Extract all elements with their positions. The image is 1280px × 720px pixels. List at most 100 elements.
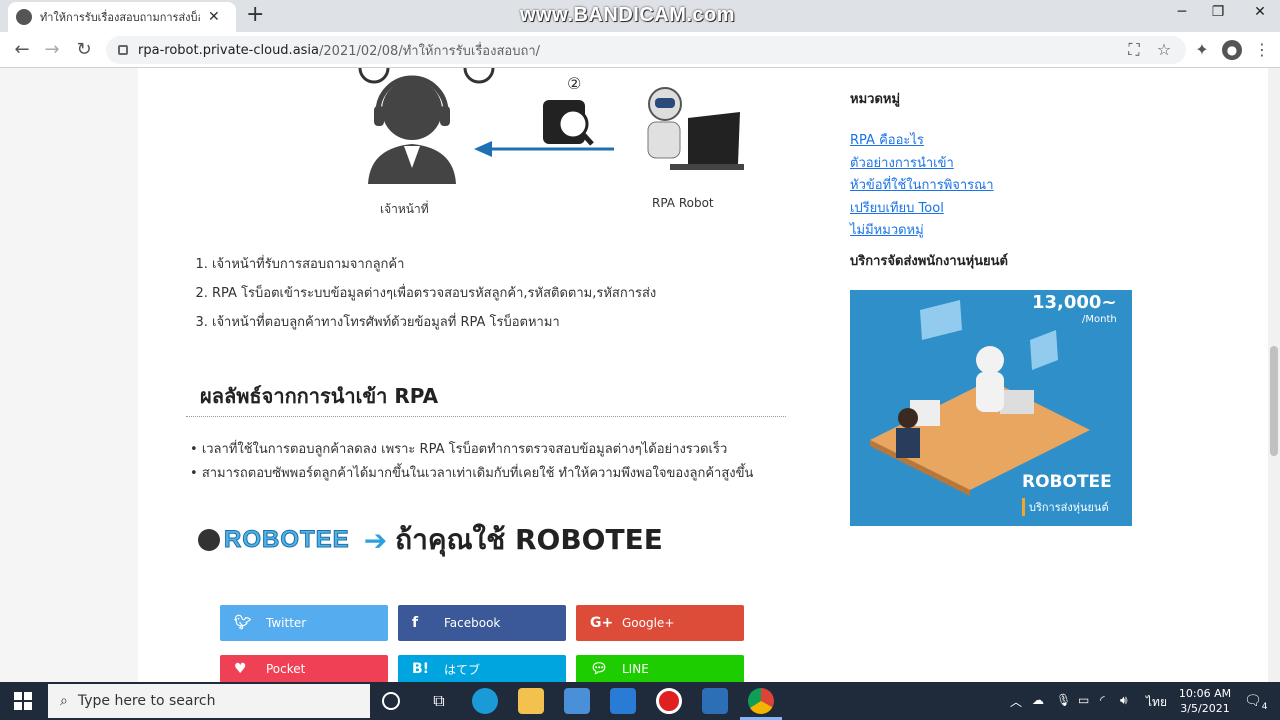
store-icon[interactable]	[564, 688, 590, 714]
robot-mascot-icon	[198, 529, 220, 551]
close-window-icon[interactable]: ✕	[1240, 4, 1280, 20]
new-tab-button[interactable]: +	[246, 4, 264, 26]
menu-icon[interactable]: ⋮	[1252, 40, 1272, 60]
rpa-robot-icon	[647, 87, 744, 170]
bandicam-record-icon[interactable]	[656, 688, 682, 714]
results-list: เวลาที่ใช้ในการตอบลูกค้าลดลง เพราะ RPA โ…	[190, 438, 754, 486]
lock-icon	[118, 45, 128, 55]
share-hatena-button[interactable]: B! はてブ	[398, 655, 566, 683]
ad-brand: ROBOTEE	[1022, 472, 1112, 492]
search-icon: ⌕	[60, 693, 68, 709]
ad-period: /Month	[1082, 314, 1117, 325]
maximize-icon[interactable]: ❐	[1198, 4, 1238, 20]
share-facebook-button[interactable]: f Facebook	[398, 605, 566, 641]
call-center-agent-icon	[368, 75, 456, 184]
database-search-icon	[543, 100, 594, 146]
diagram-step-circle-icon	[463, 68, 495, 84]
browser-toolbar: ← → ↻ rpa-robot.private-cloud.asia /2021…	[0, 32, 1280, 68]
list-item: RPA โรบ็อตเข้าระบบข้อมูลต่างๆเพื่อตรวจสอ…	[212, 279, 656, 308]
tab-favicon-icon	[16, 9, 32, 25]
clock-time: 10:06 AM	[1178, 687, 1232, 700]
notification-count: 4	[1261, 701, 1268, 712]
url-host: rpa-robot.private-cloud.asia	[138, 42, 320, 58]
share-pocket-button[interactable]: ♥ Pocket	[220, 655, 388, 683]
reload-icon[interactable]: ↻	[72, 38, 96, 62]
line-icon: 💬︎	[590, 661, 608, 677]
robotee-ad-banner[interactable]: 13,000~ /Month ROBOTEE บริการส่งหุ่นยนต์	[850, 290, 1132, 526]
scrollbar-thumb[interactable]	[1270, 346, 1278, 456]
search-placeholder: Type here to search	[77, 693, 216, 709]
share-label: Pocket	[266, 662, 306, 676]
taskbar-search-box[interactable]: ⌕ Type here to search	[48, 684, 370, 718]
browser-tab[interactable]: ทำให้การรับเรื่องสอบถามการส่งบ็อต AI ✕	[8, 2, 236, 32]
ad-caption: บริการส่งหุ่นยนต์	[1022, 498, 1109, 516]
onedrive-cloud-icon[interactable]: ☁	[1032, 693, 1044, 707]
share-label: Twitter	[266, 616, 307, 630]
service-heading: บริการจัดส่งพนักงานหุ่นยนต์	[850, 254, 1008, 269]
address-bar[interactable]: rpa-robot.private-cloud.asia /2021/02/08…	[106, 36, 1186, 64]
google-plus-icon: G+	[590, 615, 614, 631]
windows-start-icon[interactable]	[14, 692, 32, 710]
results-heading: ผลลัพธ์จากการนำเข้า RPA	[200, 384, 439, 408]
facebook-icon: f	[412, 615, 419, 631]
list-item: เจ้าหน้าที่รับการสอบถามจากลูกค้า	[212, 250, 656, 279]
file-explorer-icon[interactable]	[518, 688, 544, 714]
tab-title: ทำให้การรับเรื่องสอบถามการส่งบ็อต AI	[40, 11, 200, 24]
photos-icon[interactable]	[702, 688, 728, 714]
recording-watermark: www.BANDICAM.com	[520, 4, 736, 26]
list-item: เจ้าหน้าที่ตอบลูกค้าทางโทรศัพท์ด้วยข้อมู…	[212, 308, 656, 337]
bookmark-star-icon[interactable]: ☆	[1154, 40, 1174, 60]
category-link[interactable]: RPA คืออะไร	[850, 129, 924, 150]
categories-heading: หมวดหมู่	[850, 92, 901, 107]
heading-divider	[186, 416, 786, 417]
minimize-icon[interactable]: ─	[1162, 4, 1202, 20]
diagram-step-marker: ②	[567, 74, 582, 93]
url-path: /2021/02/08/ทำให้การรับเรื่องสอบถา/	[319, 43, 541, 59]
task-view-icon[interactable]: ⧉	[426, 688, 452, 714]
category-link[interactable]: หัวข้อที่ใช้ในการพิจารณา	[850, 174, 994, 195]
brand-banner: ROBOTEE ➔ ถ้าคุณใช้ ROBOTEE	[198, 518, 663, 562]
notification-center-icon[interactable]: 🗨︎4	[1244, 693, 1268, 712]
diagram-robot-label: RPA Robot	[652, 196, 714, 210]
chrome-icon[interactable]	[748, 688, 774, 714]
input-language-indicator[interactable]: ไทย	[1146, 693, 1167, 712]
brand-tagline: ถ้าคุณใช้ ROBOTEE	[395, 523, 663, 556]
wifi-icon[interactable]: ◜	[1100, 693, 1105, 707]
share-line-button[interactable]: 💬︎ LINE	[576, 655, 744, 683]
category-link[interactable]: ตัวอย่างการนำเข้า	[850, 152, 954, 173]
pocket-icon: ♥	[234, 661, 247, 677]
windows-taskbar: ⌕ Type here to search ⧉ ︿ ☁ 🎙︎ ▭ ◜ 🔊︎ ไท…	[0, 682, 1280, 720]
clock-date: 3/5/2021	[1180, 702, 1230, 715]
mail-icon[interactable]	[610, 688, 636, 714]
category-link[interactable]: เปรียบเทียบ Tool	[850, 197, 944, 218]
share-label: Google+	[622, 616, 675, 630]
diagram-agent-label: เจ้าหน้าที่	[380, 202, 429, 216]
list-item: เวลาที่ใช้ในการตอบลูกค้าลดลง เพราะ RPA โ…	[190, 438, 753, 462]
title-bar: ทำให้การรับเรื่องสอบถามการส่งบ็อต AI ✕ +…	[0, 0, 1280, 32]
diagram-step-circle-icon	[358, 68, 390, 84]
share-label: LINE	[622, 662, 649, 676]
ad-price: 13,000~	[1032, 292, 1117, 313]
tab-close-icon[interactable]: ✕	[208, 9, 220, 25]
system-clock[interactable]: 10:06 AM 3/5/2021	[1174, 686, 1236, 716]
hatena-icon: B!	[412, 661, 430, 677]
process-diagram	[358, 68, 744, 184]
edge-icon[interactable]	[472, 688, 498, 714]
twitter-icon: 🐦︎	[234, 615, 252, 631]
share-google-button[interactable]: G+ Google+	[576, 605, 744, 641]
translate-icon[interactable]: ⛶	[1124, 40, 1144, 60]
list-item: สามารถตอบซัพพอร์ตลูกค้าได้มากขึ้นในเวลาเ…	[190, 462, 754, 486]
back-icon[interactable]: ←	[10, 38, 34, 62]
profile-avatar-icon[interactable]: ●	[1222, 40, 1242, 60]
extensions-icon[interactable]: ✦	[1192, 40, 1212, 60]
process-steps-list: เจ้าหน้าที่รับการสอบถามจากลูกค้า RPA โรบ…	[212, 250, 656, 337]
category-link[interactable]: ไม่มีหมวดหมู่	[850, 219, 924, 240]
share-twitter-button[interactable]: 🐦︎ Twitter	[220, 605, 388, 641]
show-hidden-icons-icon[interactable]: ︿	[1010, 693, 1022, 710]
page-scrollbar[interactable]	[1268, 68, 1280, 682]
cortana-icon[interactable]	[382, 692, 400, 710]
forward-icon[interactable]: →	[40, 38, 64, 62]
battery-icon[interactable]: ▭	[1078, 693, 1089, 707]
volume-icon[interactable]: 🔊︎	[1120, 693, 1128, 708]
microphone-icon[interactable]: 🎙︎	[1056, 693, 1071, 707]
